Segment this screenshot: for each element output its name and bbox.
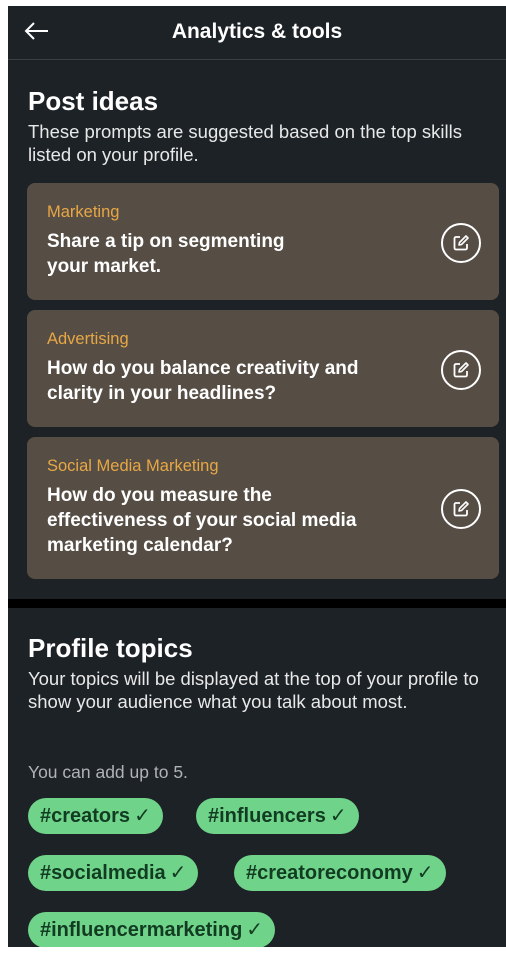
compose-button[interactable] <box>441 350 481 390</box>
post-ideas-description: These prompts are suggested based on the… <box>28 121 462 165</box>
topic-chip[interactable]: #creators ✓ <box>28 798 163 834</box>
edit-icon <box>453 501 469 517</box>
edit-icon <box>453 235 469 251</box>
card-category: Advertising <box>47 330 129 348</box>
topic-label: #socialmedia <box>40 862 166 884</box>
app-screen: Analytics & tools Post ideas These promp… <box>8 6 506 947</box>
profile-topics-description: Your topics will be displayed at the top… <box>28 668 479 712</box>
topics-limit-hint: You can add up to 5. <box>28 762 188 782</box>
topic-label: #creators <box>40 805 131 827</box>
profile-topics-title: Profile topics <box>28 633 193 663</box>
checkmark-icon: ✓ <box>134 805 151 827</box>
checkmark-icon: ✓ <box>246 919 264 941</box>
topic-chip[interactable]: #socialmedia ✓ <box>28 855 199 891</box>
post-idea-card[interactable]: Marketing Share a tip on segmenting your… <box>27 183 499 300</box>
post-idea-card[interactable]: Advertising How do you balance creativit… <box>27 310 499 427</box>
card-prompt: Share a tip on segmenting your market. <box>47 231 285 277</box>
compose-button[interactable] <box>441 489 481 529</box>
post-ideas-title: Post ideas <box>28 86 159 116</box>
topic-chip[interactable]: #influencers ✓ <box>196 798 359 834</box>
topic-label: #influencers <box>208 805 326 827</box>
card-prompt: How do you balance creativity and clarit… <box>47 358 359 404</box>
section-divider <box>8 599 506 608</box>
topic-label: #influencermarketing <box>40 919 243 941</box>
card-category: Social Media Marketing <box>47 457 219 475</box>
top-bar: Analytics & tools <box>8 6 506 60</box>
checkmark-icon: ✓ <box>329 805 347 827</box>
topic-chip[interactable]: #influencermarketing ✓ <box>28 912 276 947</box>
card-prompt: How do you measure the effectiveness of … <box>47 485 357 556</box>
checkmark-icon: ✓ <box>416 862 434 884</box>
topic-chip[interactable]: #creatoreconomy ✓ <box>234 855 446 891</box>
compose-button[interactable] <box>441 223 481 263</box>
page-title: Analytics & tools <box>171 20 343 43</box>
card-category: Marketing <box>47 203 120 221</box>
topic-label: #creatoreconomy <box>246 862 413 884</box>
checkmark-icon: ✓ <box>169 862 187 884</box>
edit-icon <box>453 362 469 378</box>
post-idea-card[interactable]: Social Media Marketing How do you measur… <box>27 437 499 579</box>
